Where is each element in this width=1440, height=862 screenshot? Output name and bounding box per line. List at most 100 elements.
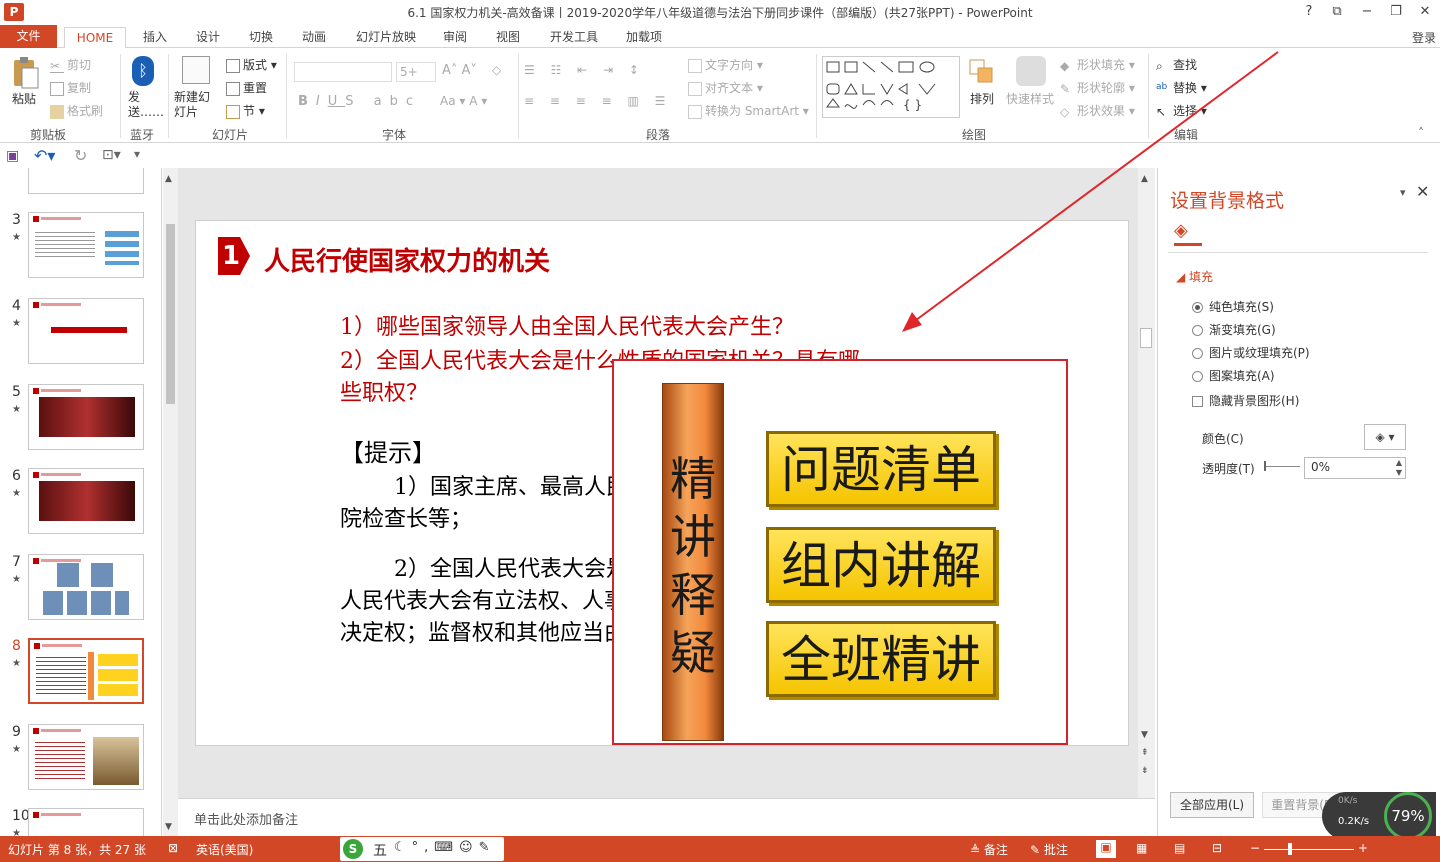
align-text-button[interactable]: 对齐文本 ▾ [688,79,763,96]
tab-transitions[interactable]: 切换 [244,27,278,48]
present-icon[interactable]: ⊡▾ [102,147,121,163]
slide-thumbnail[interactable] [28,638,144,704]
ribbon-display-button[interactable]: ⧉ [1326,3,1348,21]
text-direction-button[interactable]: 文字方向 ▾ [688,56,763,73]
paste-icon[interactable] [10,56,40,90]
memory-gauge: 79% [1384,792,1432,840]
tab-insert[interactable]: 插入 [138,27,172,48]
slider-handle[interactable] [1264,461,1266,471]
collapse-ribbon-icon[interactable]: ˄ [1418,126,1424,140]
bluetooth-icon[interactable]: ᛒ [132,56,154,86]
section-icon [226,104,240,119]
tab-slideshow[interactable]: 幻灯片放映 [350,27,422,48]
zoom-in-icon[interactable]: + [1358,841,1368,855]
scroll-thumb[interactable] [166,224,175,404]
font-size-combo[interactable]: 5+ [396,62,436,82]
notes-pane[interactable]: 单击此处添加备注 [178,798,1155,836]
tab-design[interactable]: 设计 [191,27,225,48]
copy-button[interactable]: 复制 [50,79,91,96]
group-label-bluetooth: 蓝牙 [130,128,155,142]
pane-close-icon[interactable]: ✕ [1416,182,1429,201]
close-button[interactable]: ✕ [1414,3,1436,21]
zoom-out-icon[interactable]: − [1250,841,1260,855]
tab-file[interactable]: 文件 [0,25,57,48]
notes-toggle[interactable]: ≜ 备注 [970,841,1008,858]
help-button[interactable]: ? [1298,3,1320,21]
format-painter-button[interactable]: 格式刷 [50,102,103,119]
reset-button[interactable]: 重置 [226,79,267,96]
restore-button[interactable]: ❐ [1385,3,1407,21]
slide-thumbnail[interactable] [28,724,144,790]
transparency-input[interactable]: 0% ▲ ▼ [1304,457,1406,479]
font-color-icon[interactable]: Aa ▾ A ▾ [440,94,487,108]
login-link[interactable]: 登录 [1412,29,1436,46]
tab-review[interactable]: 审阅 [438,27,472,48]
transparency-slider[interactable] [1264,461,1300,471]
sogou-icon[interactable]: S [343,839,363,859]
scroll-thumb[interactable] [1140,328,1152,348]
normal-view-icon[interactable]: ▣ [1096,840,1116,858]
thumbnail-scrollbar[interactable]: ▲ ▼ [163,168,178,836]
list-icons[interactable]: ☰ ☷ ⇤ ⇥ ↕ [524,63,645,77]
reading-view-icon[interactable]: ▤ [1174,841,1185,855]
tab-view[interactable]: 视图 [491,27,525,48]
ime-toolbar[interactable]: S 五 ☾°,⌨☺✎ [340,837,504,861]
clear-format-icon[interactable]: ◇ [492,63,501,77]
tab-animations[interactable]: 动画 [297,27,331,48]
cut-button[interactable]: ✂ 剪切 [50,56,91,73]
slide-thumbnail[interactable] [28,808,144,836]
spelling-icon[interactable]: ⊠ [168,841,178,855]
inserted-image-highlight[interactable]: 精讲释疑 问题清单 组内讲解 全班精讲 [612,359,1068,745]
method-pillar: 精讲释疑 [662,383,724,741]
slide-sorter-icon[interactable]: ▦ [1136,841,1147,855]
color-picker[interactable]: ◈ ▾ [1364,424,1406,450]
reset-icon [226,81,240,96]
ime-tool-icons[interactable]: ☾°,⌨☺✎ [394,840,496,855]
fill-option-radio[interactable]: 图案填充(A) [1192,367,1275,384]
minimize-button[interactable]: − [1356,3,1378,21]
thumbnail-number: 4 [12,298,21,314]
font-name-combo[interactable] [294,62,392,82]
slide-thumbnails-pane: 3 ★ 4 ★ 5 ★ 6 ★ 7 ★ 8 ★ 9 ★ 10 ★ [0,168,162,836]
fill-section-header[interactable]: ◢ 填充 [1176,268,1213,285]
new-slide-button[interactable]: 新建幻灯片 [174,90,218,120]
slide-thumbnail[interactable] [28,168,144,194]
zoom-slider-handle[interactable] [1288,843,1292,855]
grow-font-icon[interactable]: A˄ A˅ [442,63,477,78]
language-indicator[interactable]: 英语(美国) [196,841,253,858]
new-slide-icon[interactable] [182,56,210,84]
tab-developer[interactable]: 开发工具 [544,27,604,48]
smartart-button[interactable]: 转换为 SmartArt ▾ [688,102,809,119]
comments-toggle[interactable]: ✎ 批注 [1030,841,1068,858]
apply-to-all-button[interactable]: 全部应用(L) [1170,792,1254,818]
redo-icon[interactable]: ↻ [74,146,87,165]
paste-button[interactable]: 粘贴 [12,90,36,107]
fill-bucket-icon[interactable]: ◈ [1174,220,1202,246]
slide-thumbnail[interactable] [28,212,144,278]
pane-options-icon[interactable]: ▾ [1400,186,1406,199]
slide-scrollbar[interactable]: ▲ ▼ ⇞ ⇟ [1138,168,1155,798]
tab-home[interactable]: HOME [64,27,126,49]
fill-option-radio[interactable]: 图片或纹理填充(P) [1192,344,1310,361]
font-style-icons[interactable]: BIUS abc [298,94,421,109]
section-button[interactable]: 节 ▾ [226,102,265,119]
align-icons[interactable]: ≡ ≡ ≡ ≡ ▥ ☰ [524,94,671,108]
slideshow-view-icon[interactable]: ⊟ [1212,841,1222,855]
undo-icon[interactable]: ↶▾ [34,146,55,165]
slide-thumbnail[interactable] [28,298,144,364]
customize-qat-icon[interactable]: ▾ [134,147,140,161]
bluetooth-send-button[interactable]: 发送…… [128,90,164,120]
hide-background-checkbox[interactable]: 隐藏背景图形(H) [1192,392,1299,409]
zoom-slider[interactable] [1264,843,1354,855]
layout-button[interactable]: 版式 ▾ [226,56,277,73]
thumbnail-number: 8 [12,638,21,654]
fill-option-radio[interactable]: 纯色填充(S) [1192,298,1274,315]
slide-thumbnail[interactable] [28,468,144,534]
fill-option-radio[interactable]: 渐变填充(G) [1192,321,1276,338]
slide-title: 人民行使国家权力的机关 [264,247,551,277]
tab-addins[interactable]: 加载项 [620,27,668,48]
save-icon[interactable]: ▣ [6,148,19,164]
slide-thumbnail[interactable] [28,554,144,620]
ime-mode[interactable]: 五 [373,840,387,860]
slide-thumbnail[interactable] [28,384,144,450]
